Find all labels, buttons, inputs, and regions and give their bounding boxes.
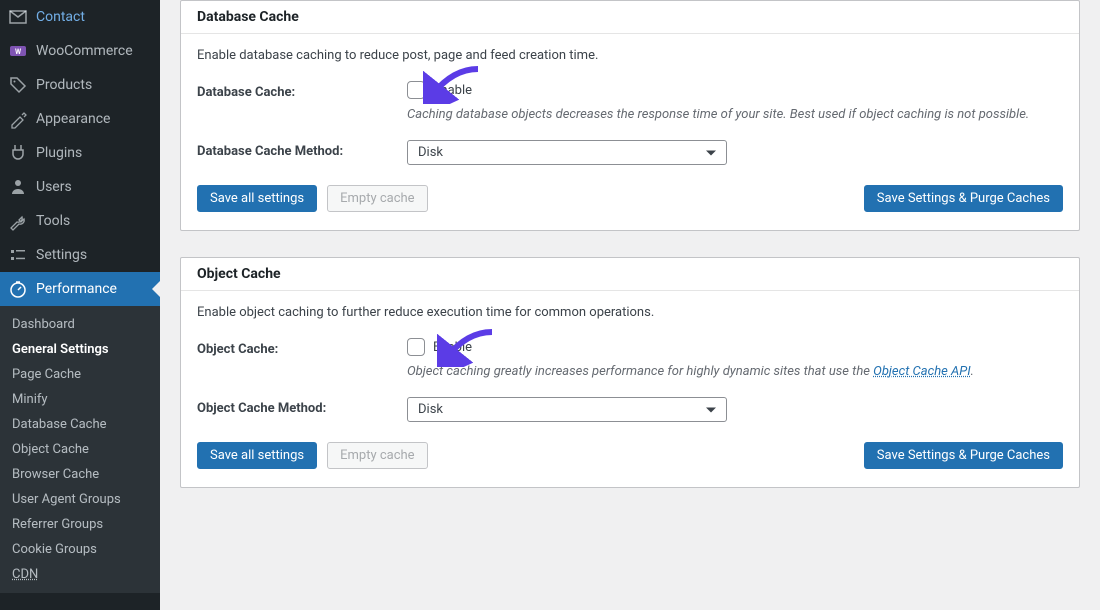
- form-label: Database Cache:: [197, 81, 407, 100]
- save-all-settings-button[interactable]: Save all settings: [197, 185, 317, 212]
- sidebar-submenu: DashboardGeneral SettingsPage CacheMinif…: [0, 306, 160, 593]
- enable-label: Enable: [433, 340, 472, 355]
- sidebar-item-label: Plugins: [36, 145, 82, 161]
- button-row: Save all settings Empty cache Save Setting…: [197, 442, 1063, 469]
- envelope-icon: [8, 7, 28, 27]
- settings-icon: [8, 245, 28, 265]
- svg-text:W: W: [15, 48, 22, 56]
- empty-cache-button[interactable]: Empty cache: [327, 185, 427, 212]
- save-purge-button[interactable]: Save Settings & Purge Caches: [864, 185, 1063, 212]
- enable-checkbox[interactable]: [407, 338, 425, 356]
- form-field: Enable Caching database objects decreases…: [407, 81, 1063, 122]
- object-cache-api-link[interactable]: Object Cache API: [873, 364, 970, 379]
- sidebar-item-products[interactable]: Products: [0, 68, 160, 102]
- empty-cache-button[interactable]: Empty cache: [327, 442, 427, 469]
- appearance-icon: [8, 109, 28, 129]
- sidebar-sub-item-database-cache[interactable]: Database Cache: [0, 412, 160, 437]
- section-description: Enable database caching to reduce post, …: [197, 48, 1063, 63]
- settings-section-object-cache: Object Cache Enable object caching to fur…: [180, 257, 1080, 488]
- section-description: Enable object caching to further reduce …: [197, 305, 1063, 320]
- sidebar-sub-item-general-settings[interactable]: General Settings: [0, 337, 160, 362]
- save-all-settings-button[interactable]: Save all settings: [197, 442, 317, 469]
- admin-sidebar: Contact W WooCommerce Products Appearance Plu…: [0, 0, 160, 610]
- button-row: Save all settings Empty cache Save Setting…: [197, 185, 1063, 212]
- form-label: Object Cache:: [197, 338, 407, 357]
- sidebar-sub-item-cdn[interactable]: CDN: [0, 562, 160, 587]
- sidebar-sub-item-browser-cache[interactable]: Browser Cache: [0, 462, 160, 487]
- field-description: Object caching greatly increases perform…: [407, 364, 1063, 379]
- sidebar-item-label: WooCommerce: [36, 43, 133, 59]
- products-icon: [8, 75, 28, 95]
- save-purge-button[interactable]: Save Settings & Purge Caches: [864, 442, 1063, 469]
- sidebar-sub-item-referrer-groups[interactable]: Referrer Groups: [0, 512, 160, 537]
- sidebar-item-label: Users: [36, 179, 72, 195]
- sidebar-sub-item-dashboard[interactable]: Dashboard: [0, 312, 160, 337]
- form-row-method: Database Cache Method:Disk: [197, 140, 1063, 165]
- cache-method-select[interactable]: Disk: [407, 140, 727, 165]
- section-title: Database Cache: [181, 1, 1079, 34]
- section-title: Object Cache: [181, 258, 1079, 291]
- sidebar-item-plugins[interactable]: Plugins: [0, 136, 160, 170]
- cache-method-select[interactable]: Disk: [407, 397, 727, 422]
- sidebar-sub-item-cookie-groups[interactable]: Cookie Groups: [0, 537, 160, 562]
- sidebar-item-woocommerce[interactable]: W WooCommerce: [0, 34, 160, 68]
- form-row-method: Object Cache Method:Disk: [197, 397, 1063, 422]
- form-label: Object Cache Method:: [197, 397, 407, 416]
- enable-label: Enable: [433, 83, 472, 98]
- form-field: Enable Object caching greatly increases p…: [407, 338, 1063, 379]
- sidebar-item-label: Products: [36, 77, 92, 93]
- section-body: Enable object caching to further reduce …: [181, 291, 1079, 487]
- form-row-enable: Database Cache: Enable Caching database ob…: [197, 81, 1063, 122]
- sidebar-item-performance[interactable]: Performance: [0, 272, 160, 306]
- sidebar-sub-item-page-cache[interactable]: Page Cache: [0, 362, 160, 387]
- plugins-icon: [8, 143, 28, 163]
- main-content: Database Cache Enable database caching to…: [160, 0, 1100, 610]
- form-row-enable: Object Cache: Enable Object caching greatl…: [197, 338, 1063, 379]
- tools-icon: [8, 211, 28, 231]
- sidebar-item-appearance[interactable]: Appearance: [0, 102, 160, 136]
- enable-checkbox[interactable]: [407, 81, 425, 99]
- sidebar-sub-item-minify[interactable]: Minify: [0, 387, 160, 412]
- sidebar-item-contact[interactable]: Contact: [0, 0, 160, 34]
- section-body: Enable database caching to reduce post, …: [181, 34, 1079, 230]
- sidebar-sub-item-object-cache[interactable]: Object Cache: [0, 437, 160, 462]
- sidebar-item-users[interactable]: Users: [0, 170, 160, 204]
- sidebar-sub-item-user-agent-groups[interactable]: User Agent Groups: [0, 487, 160, 512]
- sidebar-item-label: Tools: [36, 213, 70, 229]
- users-icon: [8, 177, 28, 197]
- form-label: Database Cache Method:: [197, 140, 407, 159]
- sidebar-item-tools[interactable]: Tools: [0, 204, 160, 238]
- sidebar-item-label: Appearance: [36, 111, 110, 127]
- settings-section-database-cache: Database Cache Enable database caching to…: [180, 0, 1080, 231]
- field-description: Caching database objects decreases the r…: [407, 107, 1063, 122]
- woocommerce-icon: W: [8, 41, 28, 61]
- sidebar-item-label: Contact: [36, 9, 85, 25]
- performance-icon: [8, 279, 28, 299]
- sidebar-item-label: Performance: [36, 281, 117, 297]
- sidebar-item-label: Settings: [36, 247, 87, 263]
- sidebar-item-settings[interactable]: Settings: [0, 238, 160, 272]
